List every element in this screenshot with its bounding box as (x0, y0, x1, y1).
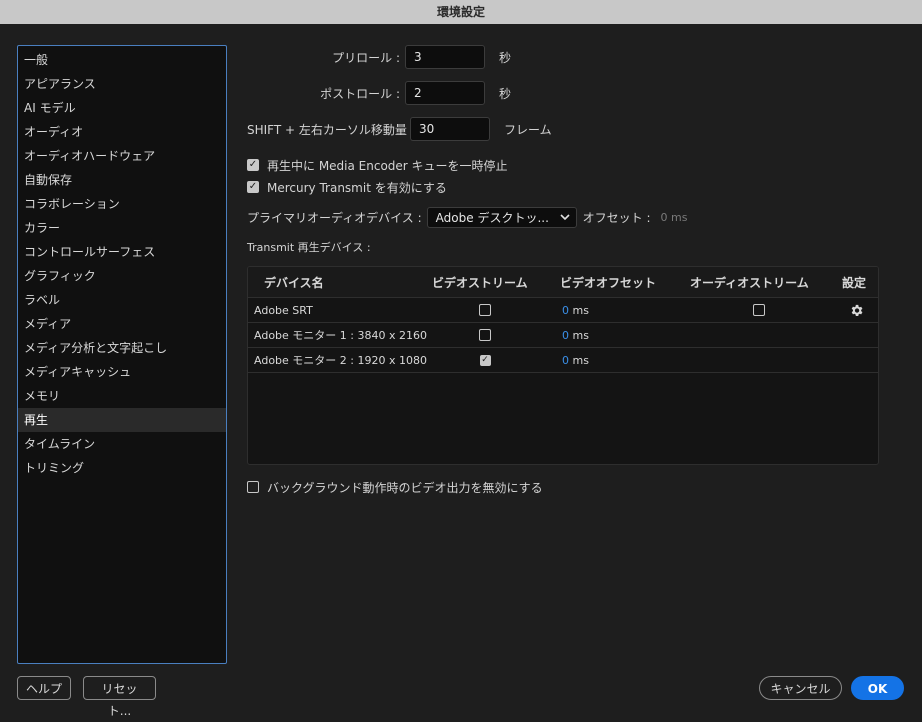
sidebar-item-labels[interactable]: ラベル (18, 288, 226, 312)
column-header-video-offset: ビデオオフセット (560, 275, 657, 290)
transmit-devices-label: Transmit 再生デバイス : (247, 241, 371, 254)
postroll-input[interactable]: 2 (405, 81, 485, 105)
window-title: 環境設定 (0, 0, 922, 24)
video-offset-field[interactable]: 0 ms (554, 329, 684, 342)
offset-label: オフセット : (582, 210, 651, 225)
sidebar-item-memory[interactable]: メモリ (18, 384, 226, 408)
audio-stream-checkbox[interactable] (753, 304, 765, 316)
video-offset-value: 0 (562, 353, 569, 367)
mercury-transmit-checkbox-row[interactable]: ✓ Mercury Transmit を有効にする (247, 175, 447, 199)
table-row[interactable]: Adobe SRT 0 ms (248, 298, 878, 323)
video-stream-checkbox[interactable]: ✓ (479, 354, 491, 366)
sidebar-item-trimming[interactable]: トリミング (18, 456, 226, 480)
sidebar-item-audio[interactable]: オーディオ (18, 120, 226, 144)
primary-audio-device-value: Adobe デスクトッ... (435, 210, 549, 225)
pause-encoder-label: 再生中に Media Encoder キューを一時停止 (267, 158, 508, 173)
sidebar-item-collaboration[interactable]: コラボレーション (18, 192, 226, 216)
sidebar-item-ai-models[interactable]: AI モデル (18, 96, 226, 120)
transmit-devices-table: デバイス名 ビデオストリーム ビデオオフセット オーディオストリーム 設定 Ad… (247, 266, 879, 465)
video-stream-checkbox[interactable] (479, 329, 491, 341)
video-offset-value: 0 (562, 328, 569, 342)
sidebar-item-media-cache[interactable]: メディアキャッシュ (18, 360, 226, 384)
video-stream-checkbox[interactable] (479, 304, 491, 316)
background-disable-checkbox[interactable] (247, 481, 259, 493)
background-disable-label: バックグラウンド動作時のビデオ出力を無効にする (267, 480, 543, 495)
column-header-audio-stream: オーディオストリーム (690, 275, 809, 290)
primary-audio-device-label: プライマリオーディオデバイス : (247, 210, 422, 225)
sidebar-item-graphics[interactable]: グラフィック (18, 264, 226, 288)
offset-value: 0 ms (660, 210, 688, 224)
sidebar-item-control-surface[interactable]: コントロールサーフェス (18, 240, 226, 264)
gear-icon[interactable] (834, 303, 878, 318)
chevron-down-icon (560, 210, 570, 224)
shift-arrow-amount-label: SHIFT + 左右カーソル移動量 : (247, 122, 415, 137)
column-header-device-name: デバイス名 (264, 275, 324, 290)
sidebar-item-color[interactable]: カラー (18, 216, 226, 240)
video-offset-unit: ms (572, 353, 589, 367)
mercury-transmit-label: Mercury Transmit を有効にする (267, 180, 447, 195)
sidebar-item-playback[interactable]: 再生 (18, 408, 226, 432)
table-row[interactable]: Adobe モニター 1 : 3840 x 2160 0 ms (248, 323, 878, 348)
shift-arrow-amount-input[interactable]: 30 (410, 117, 490, 141)
sidebar-item-auto-save[interactable]: 自動保存 (18, 168, 226, 192)
table-header: デバイス名 ビデオストリーム ビデオオフセット オーディオストリーム 設定 (248, 267, 878, 298)
sidebar-item-general[interactable]: 一般 (18, 48, 226, 72)
shift-arrow-amount-unit: フレーム (504, 122, 552, 137)
pause-encoder-checkbox[interactable]: ✓ (247, 159, 259, 171)
primary-audio-device-dropdown[interactable]: Adobe デスクトッ... (426, 206, 577, 228)
postroll-unit: 秒 (499, 86, 512, 101)
device-name: Adobe SRT (254, 303, 313, 317)
mercury-transmit-checkbox[interactable]: ✓ (247, 181, 259, 193)
sidebar-item-media[interactable]: メディア (18, 312, 226, 336)
sidebar-item-audio-hardware[interactable]: オーディオハードウェア (18, 144, 226, 168)
sidebar-item-timeline[interactable]: タイムライン (18, 432, 226, 456)
cancel-button[interactable]: キャンセル (759, 676, 842, 700)
preferences-category-list[interactable]: 一般 アピアランス AI モデル オーディオ オーディオハードウェア 自動保存 … (17, 45, 227, 664)
video-offset-unit: ms (572, 328, 589, 342)
video-offset-field[interactable]: 0 ms (554, 354, 684, 367)
postroll-label: ポストロール : (320, 86, 400, 101)
device-name: Adobe モニター 2 : 1920 x 1080 (254, 354, 427, 367)
column-header-video-stream: ビデオストリーム (432, 275, 528, 290)
help-button[interactable]: ヘルプ (17, 676, 71, 700)
background-disable-checkbox-row[interactable]: バックグラウンド動作時のビデオ出力を無効にする (247, 475, 543, 499)
table-row[interactable]: Adobe モニター 2 : 1920 x 1080 ✓ 0 ms (248, 348, 878, 373)
sidebar-item-media-analysis[interactable]: メディア分析と文字起こし (18, 336, 226, 360)
device-name: Adobe モニター 1 : 3840 x 2160 (254, 329, 427, 342)
sidebar-item-appearance[interactable]: アピアランス (18, 72, 226, 96)
column-header-settings: 設定 (842, 275, 867, 290)
video-offset-value: 0 (562, 303, 569, 317)
pause-encoder-checkbox-row[interactable]: ✓ 再生中に Media Encoder キューを一時停止 (247, 153, 508, 177)
preroll-input[interactable]: 3 (405, 45, 485, 69)
preroll-label: プリロール : (332, 50, 400, 65)
video-offset-field[interactable]: 0 ms (554, 304, 684, 317)
ok-button[interactable]: OK (851, 676, 904, 700)
preroll-unit: 秒 (499, 50, 512, 65)
video-offset-unit: ms (572, 303, 589, 317)
reset-button[interactable]: リセット... (83, 676, 156, 718)
